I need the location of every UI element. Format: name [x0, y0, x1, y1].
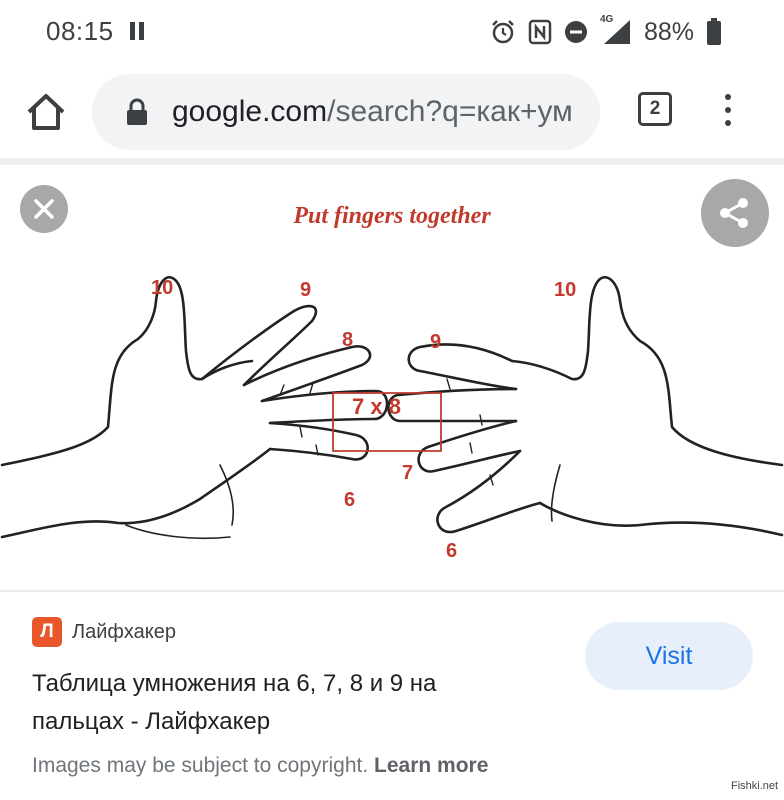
url-text: google.com/search?q=как+ум	[172, 95, 573, 129]
battery-icon	[707, 18, 722, 45]
close-icon	[34, 199, 54, 219]
left-hand	[0, 276, 389, 540]
site-favicon: Л	[32, 617, 62, 647]
home-icon[interactable]	[24, 90, 68, 134]
source-row[interactable]: Л Лайфхакер	[32, 617, 176, 647]
status-icons: 4G 88%	[490, 14, 722, 50]
copyright-text: Images may be subject to copyright.	[32, 754, 369, 777]
media-pause-icon	[130, 22, 148, 45]
do-not-disturb-icon	[565, 21, 587, 43]
left-middle-label: 8	[342, 329, 354, 351]
right-little-label: 6	[446, 540, 458, 562]
card-divider	[0, 590, 784, 592]
nfc-icon	[528, 19, 552, 45]
tab-switcher-button[interactable]: 2	[638, 92, 672, 126]
network-type-badge: 4G	[600, 14, 614, 25]
status-bar: 08:15 4G 88%	[0, 0, 784, 64]
browser-toolbar: google.com/search?q=как+ум 2	[0, 64, 784, 160]
signal-icon: 4G	[600, 14, 632, 46]
left-ring-label: 6	[344, 489, 356, 511]
left-index-label: 9	[300, 279, 312, 301]
image-caption: Put fingers together	[293, 203, 491, 229]
watermark: Fishki.net	[731, 780, 779, 792]
lock-icon	[127, 98, 147, 125]
right-thumb-label: 10	[554, 279, 577, 301]
right-index-label: 9	[430, 331, 442, 353]
toolbar-separator	[0, 158, 784, 165]
status-time: 08:15	[46, 16, 114, 46]
visit-button[interactable]: Visit	[585, 622, 753, 690]
image-viewer: Put fingers together 10 9 8 6 10 9 7 6 7…	[0, 165, 784, 590]
learn-more-link[interactable]: Learn more	[374, 754, 488, 777]
source-name: Лайфхакер	[72, 620, 176, 643]
multiplication-label: 7 x 8	[352, 394, 401, 419]
address-bar[interactable]: google.com/search?q=как+ум	[92, 74, 600, 150]
left-thumb-label: 10	[151, 277, 174, 299]
result-title[interactable]: Таблица умножения на 6, 7, 8 и 9 на паль…	[32, 665, 532, 741]
share-button[interactable]	[701, 179, 769, 247]
url-domain: google.com	[172, 95, 328, 128]
more-menu-icon[interactable]	[722, 94, 734, 130]
url-path: /search?q=как+ум	[327, 95, 573, 128]
alarm-icon	[492, 20, 514, 44]
copyright-notice: Images may be subject to copyright. Lear…	[32, 754, 488, 778]
share-icon	[720, 198, 748, 228]
close-viewer-button[interactable]	[20, 185, 68, 233]
right-hand	[387, 276, 784, 537]
battery-percent: 88%	[644, 17, 695, 46]
right-ring-label: 7	[402, 462, 414, 484]
